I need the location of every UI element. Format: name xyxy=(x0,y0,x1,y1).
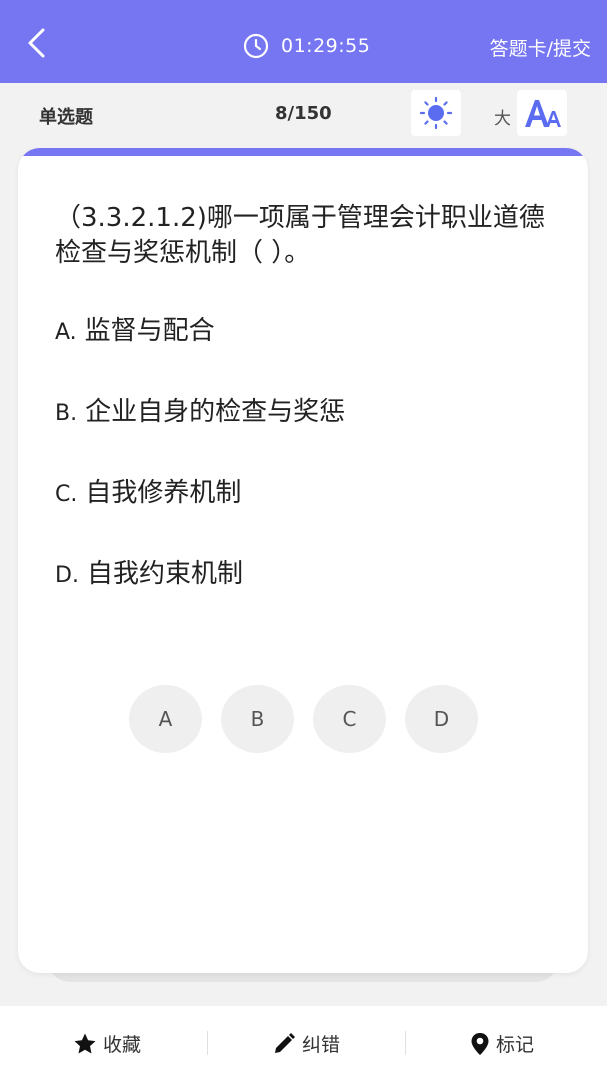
report-error-button[interactable]: 纠错 xyxy=(272,1030,340,1057)
option-text: 企业自身的检查与奖惩 xyxy=(85,397,346,427)
mark-label: 标记 xyxy=(496,1034,535,1056)
mark-button[interactable]: 标记 xyxy=(470,1030,534,1057)
option-letter: A. xyxy=(55,320,77,345)
option-letter: D. xyxy=(55,563,79,588)
question-info-bar: 单选题 8/150 大 xyxy=(0,83,607,143)
answer-button-d[interactable]: D xyxy=(405,685,478,753)
favorite-label: 收藏 xyxy=(103,1034,142,1056)
option-b[interactable]: B. 企业自身的检查与奖惩 xyxy=(55,395,555,431)
option-letter: B. xyxy=(55,401,78,426)
clock-icon xyxy=(243,33,269,59)
exam-timer: 01:29:55 xyxy=(243,33,370,59)
answer-button-b[interactable]: B xyxy=(221,685,294,753)
top-header: 01:29:55 答题卡/提交 xyxy=(0,0,607,83)
card-accent-bar xyxy=(18,148,588,156)
question-text: （3.3.2.1.2)哪一项属于管理会计职业道德检查与奖惩机制（ ）。 xyxy=(55,203,545,268)
pencil-icon xyxy=(275,1032,295,1053)
option-text: 自我约束机制 xyxy=(86,559,243,589)
option-c[interactable]: C. 自我修养机制 xyxy=(55,476,555,512)
toolbar-divider xyxy=(405,1031,406,1055)
star-icon xyxy=(74,1033,96,1053)
back-button[interactable] xyxy=(22,26,52,60)
answer-button-group: A B C D xyxy=(18,685,588,753)
option-letter: C. xyxy=(55,482,78,507)
chevron-left-icon xyxy=(28,28,45,58)
toolbar-divider xyxy=(207,1031,208,1055)
question-type-label: 单选题 xyxy=(39,107,93,128)
answer-button-a[interactable]: A xyxy=(129,685,202,753)
theme-toggle-button[interactable] xyxy=(411,90,461,136)
answer-button-c[interactable]: C xyxy=(313,685,386,753)
option-a[interactable]: A. 监督与配合 xyxy=(55,314,555,350)
timer-text: 01:29:55 xyxy=(281,35,371,57)
question-card: （3.3.2.1.2)哪一项属于管理会计职业道德检查与奖惩机制（ ）。 A. 监督… xyxy=(18,148,588,973)
bottom-toolbar: 收藏 纠错 标记 xyxy=(0,1006,607,1080)
font-size-icon xyxy=(525,100,561,127)
answer-card-submit-button[interactable]: 答题卡/提交 xyxy=(490,34,591,61)
option-text: 监督与配合 xyxy=(84,316,215,346)
sun-icon xyxy=(419,96,453,130)
question-progress: 8/150 xyxy=(275,103,332,124)
option-text: 自我修养机制 xyxy=(85,478,242,508)
option-d[interactable]: D. 自我约束机制 xyxy=(55,557,555,593)
favorite-button[interactable]: 收藏 xyxy=(73,1030,141,1057)
font-size-button[interactable] xyxy=(517,90,567,136)
location-pin-icon xyxy=(471,1032,489,1055)
report-error-label: 纠错 xyxy=(302,1034,341,1056)
font-size-label: 大 xyxy=(494,109,511,129)
